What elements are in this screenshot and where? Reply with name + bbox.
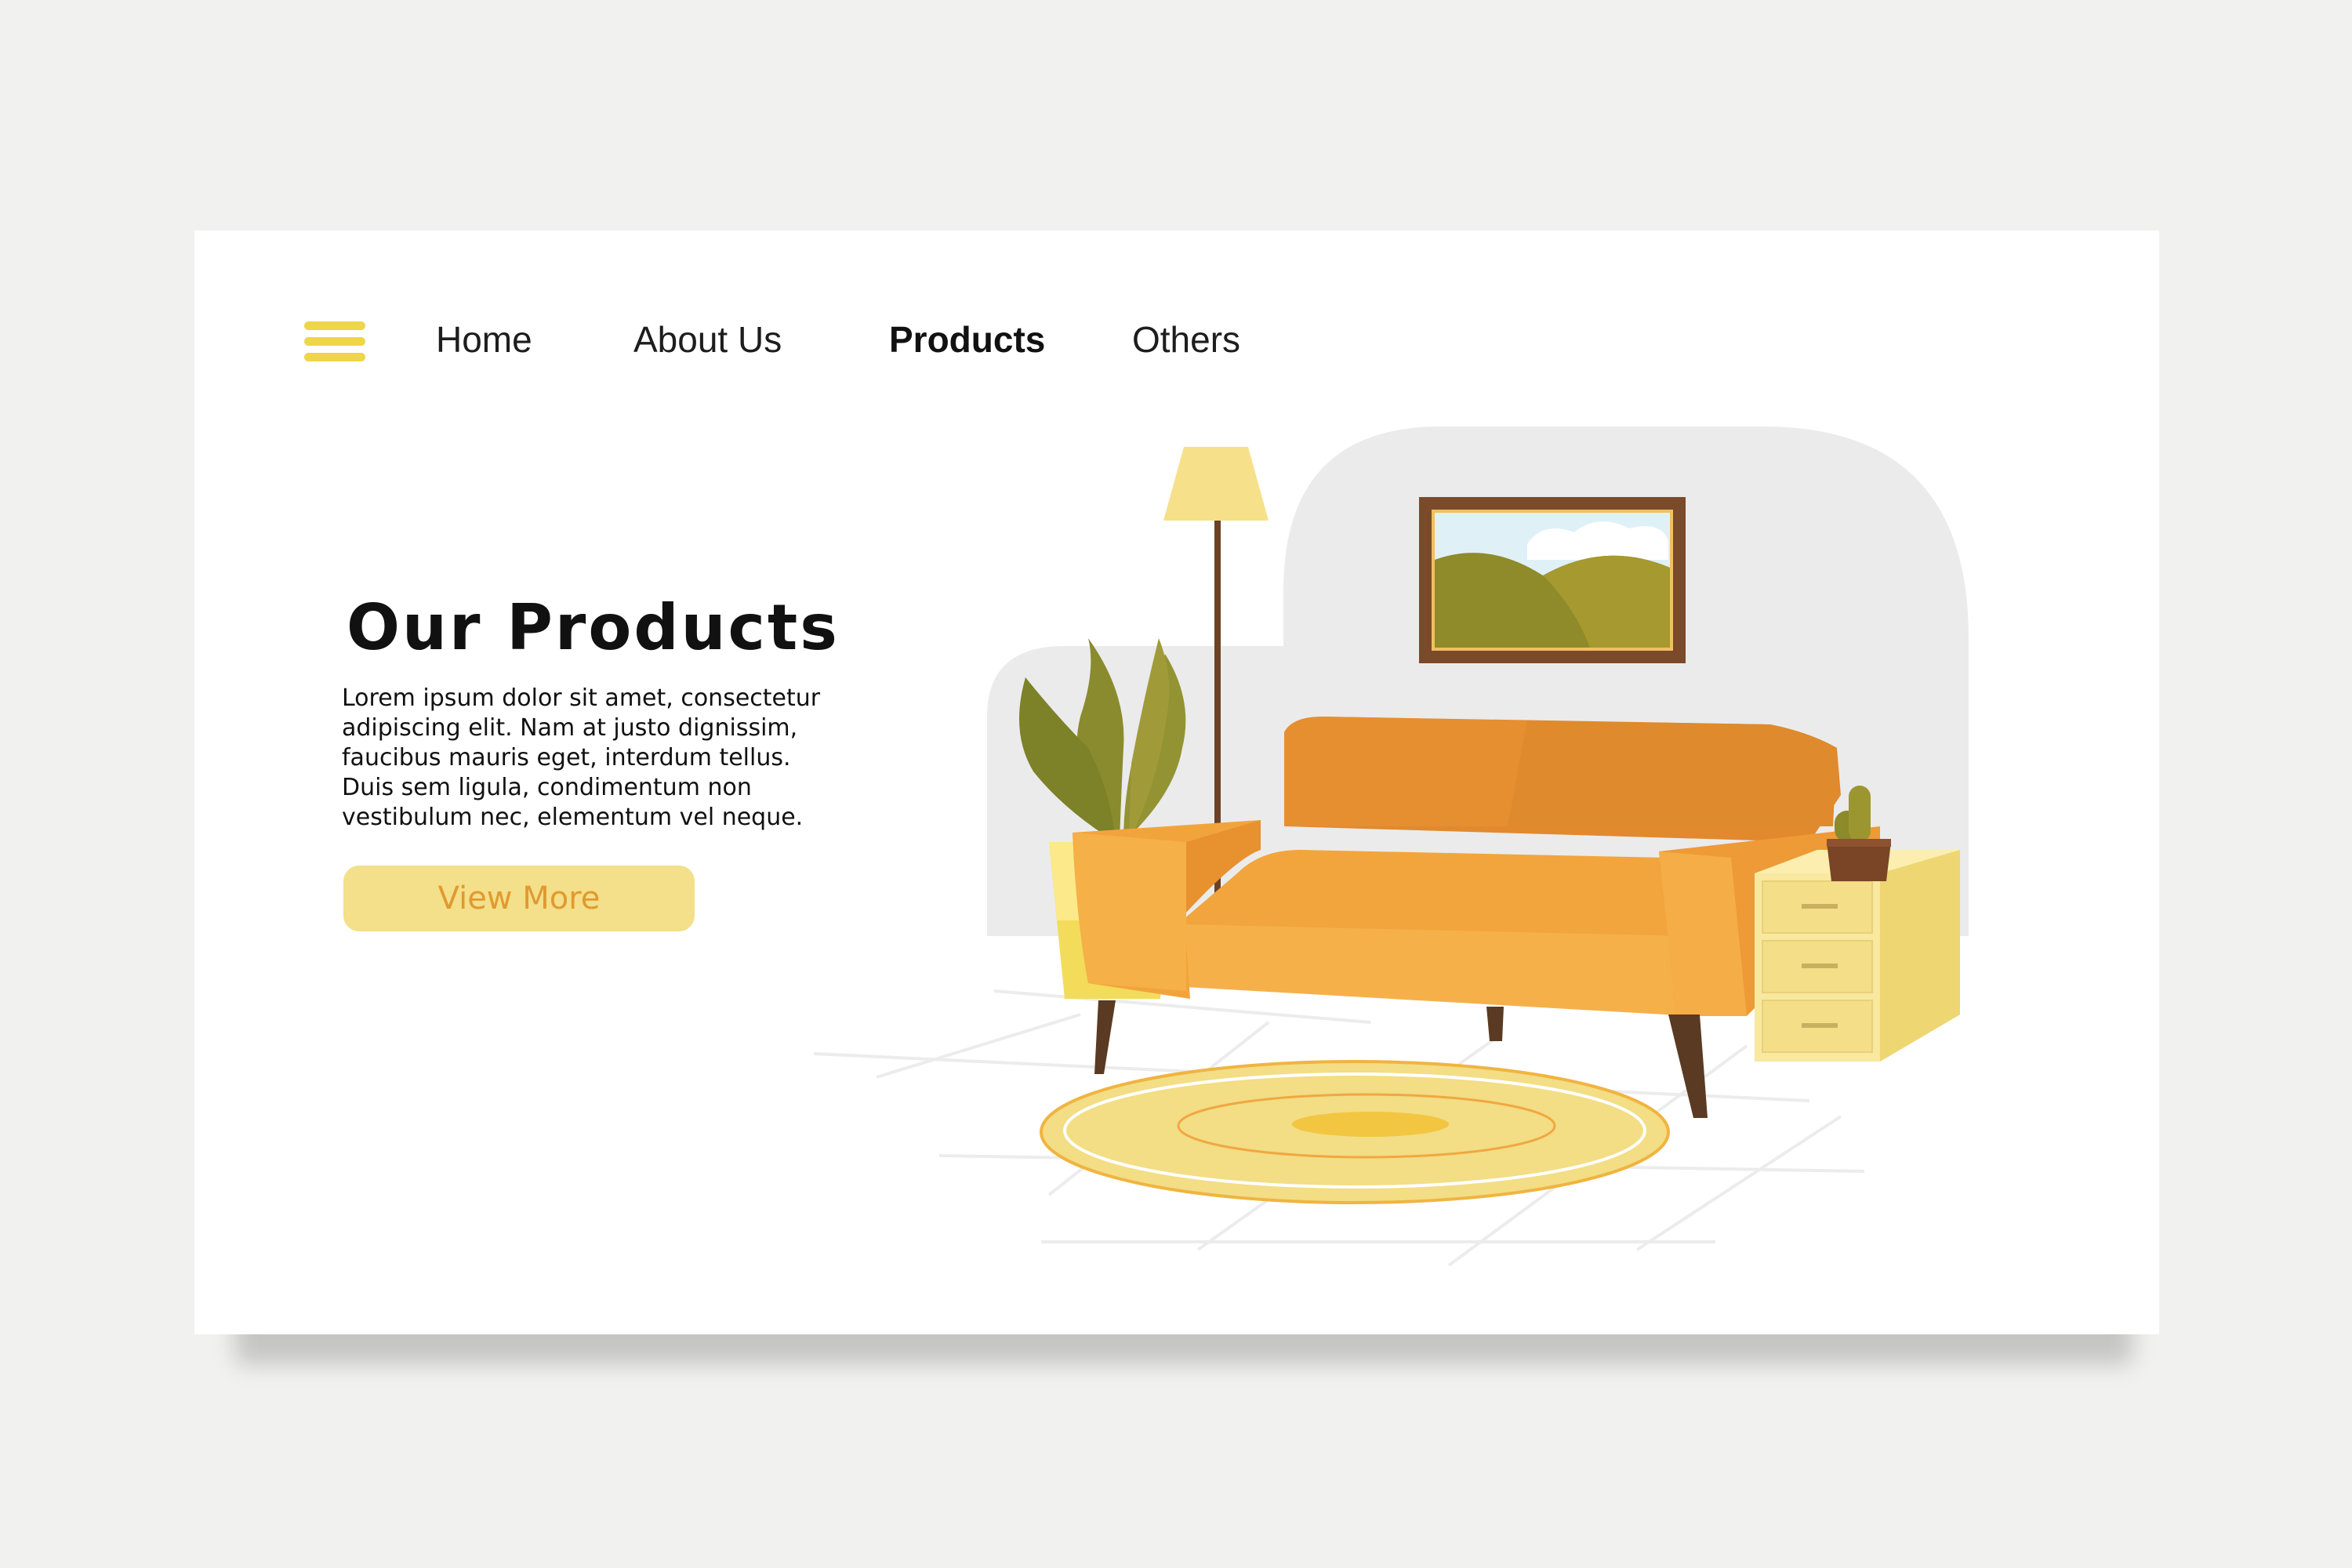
round-rug	[1040, 1060, 1670, 1204]
nightstand	[1755, 850, 1960, 1062]
living-room-illustration	[813, 426, 1969, 1267]
landing-page-card: Home About Us Products Others Our Produc…	[194, 230, 2159, 1334]
wall-painting	[1419, 497, 1686, 663]
